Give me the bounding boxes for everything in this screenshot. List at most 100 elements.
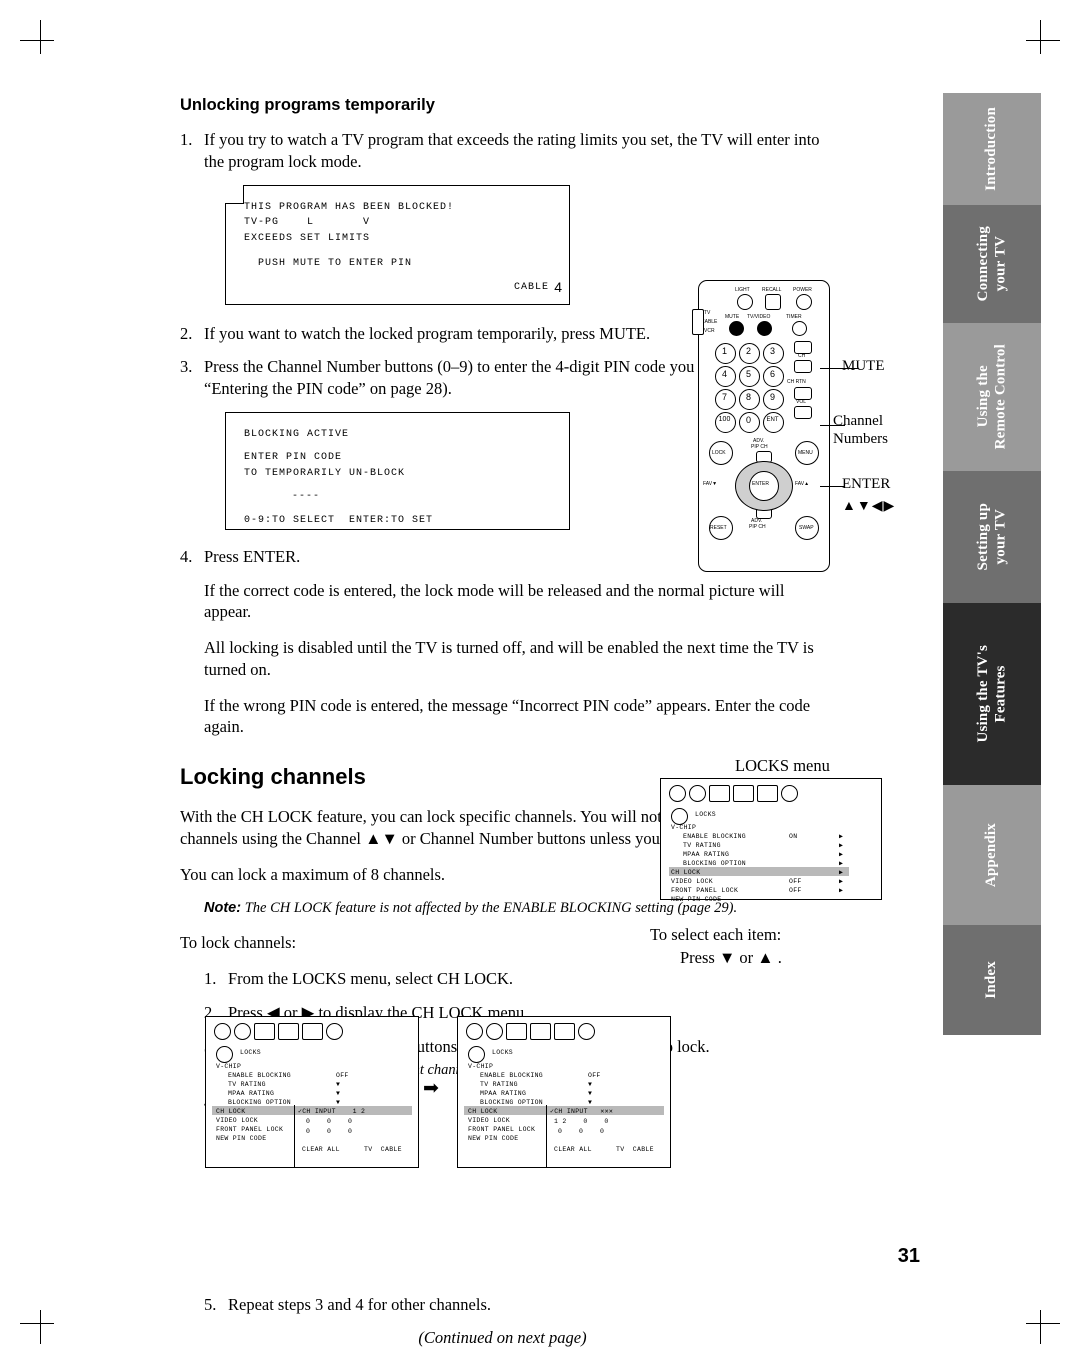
locks-menu-arrow: ▶: [839, 887, 844, 894]
menu-item-video-lock[interactable]: VIDEO LOCK: [216, 1116, 258, 1125]
menu-item-front-panel-lock[interactable]: FRONT PANEL LOCK: [216, 1125, 283, 1134]
remote-button-power[interactable]: [796, 294, 812, 310]
remote-number-label: 3: [769, 346, 775, 356]
sidebar-item-label: Setting up your TV: [974, 503, 1008, 571]
picture-icon[interactable]: [669, 785, 686, 802]
crop-mark: [1040, 20, 1041, 54]
remote-device-switch[interactable]: [692, 309, 704, 335]
osd-line: THIS PROGRAM HAS BEEN BLOCKED!: [244, 201, 455, 213]
locks-menu-item-new-pin-code[interactable]: NEW PIN CODE: [671, 895, 721, 904]
crop-mark: [20, 40, 54, 41]
step-number: 1.: [204, 969, 217, 989]
audio-icon[interactable]: [486, 1023, 503, 1040]
remote-label-enter: ENTER: [752, 481, 769, 487]
ch-input-grid-row: 0 0 0: [306, 1128, 353, 1135]
ch-lock-menu-after: LOCKS V-CHIP ENABLE BLOCKING OFF TV RATI…: [457, 1016, 671, 1168]
crop-bracket: [40, 28, 41, 40]
clear-all-button[interactable]: CLEAR ALL: [302, 1145, 340, 1154]
callout-mute: MUTE: [842, 358, 885, 374]
menu-item-ch-lock[interactable]: CH LOCK: [468, 1107, 497, 1116]
ch-input-header: ✓CH INPUT 1 2: [298, 1108, 366, 1115]
crop-mark: [20, 1323, 54, 1324]
picture-icon[interactable]: [214, 1023, 231, 1040]
remote-vol-down[interactable]: [794, 406, 812, 419]
remote-vol-up[interactable]: [794, 387, 812, 400]
locks-icon[interactable]: [781, 785, 798, 802]
menu-item-mpaa-rating[interactable]: MPAA RATING: [228, 1089, 274, 1098]
remote-label-tvvideo: TV/VIDEO: [747, 314, 771, 320]
menu-header: LOCKS: [492, 1049, 514, 1056]
menu-arrow: ▼: [588, 1090, 593, 1097]
menu-icon[interactable]: [733, 785, 754, 802]
osd-line: ----: [292, 491, 321, 503]
menu-icon[interactable]: [278, 1023, 299, 1040]
locks-menu-item-front-panel-lock[interactable]: FRONT PANEL LOCK: [671, 886, 738, 895]
locks-icon[interactable]: [326, 1023, 343, 1040]
osd-line: TV-PG L V: [244, 217, 371, 229]
menu-item-ch-lock[interactable]: CH LOCK: [216, 1107, 245, 1116]
menu-item-tv-rating[interactable]: TV RATING: [228, 1080, 266, 1089]
menu-item-enable-blocking[interactable]: ENABLE BLOCKING: [228, 1071, 291, 1080]
audio-icon[interactable]: [689, 785, 706, 802]
feature-icon[interactable]: [254, 1023, 275, 1040]
locks-icon[interactable]: [578, 1023, 595, 1040]
feature-icon[interactable]: [506, 1023, 527, 1040]
feature-icon[interactable]: [709, 785, 730, 802]
crop-mark: [1026, 1323, 1060, 1324]
locks-selected-icon: [468, 1046, 485, 1063]
locks-menu-item-mpaa-rating[interactable]: MPAA RATING: [683, 850, 729, 859]
sidebar-item-connecting-your-tv[interactable]: Connecting your TV: [943, 205, 1041, 323]
step-text: Repeat steps 3 and 4 for other channels.: [228, 1295, 492, 1314]
remote-button-mute[interactable]: [729, 321, 744, 336]
sidebar-item-using-remote-control[interactable]: Using the Remote Control: [943, 323, 1041, 471]
remote-label-fav-down: FAV▼: [703, 481, 718, 487]
remote-ch-up[interactable]: [794, 341, 812, 354]
locks-menu-item-enable-blocking[interactable]: ENABLE BLOCKING: [683, 832, 746, 841]
sidebar-item-appendix[interactable]: Appendix: [943, 785, 1041, 925]
sidebar-item-label: Introduction: [983, 107, 1000, 191]
ch-input-grid-row: 0 0 0: [306, 1118, 353, 1125]
clear-all-button[interactable]: CLEAR ALL: [554, 1145, 592, 1154]
menu-item-front-panel-lock[interactable]: FRONT PANEL LOCK: [468, 1125, 535, 1134]
remote-number-label: 8: [745, 392, 751, 402]
tv-cable-label: TV CABLE: [616, 1146, 654, 1153]
menu-item-mpaa-rating[interactable]: MPAA RATING: [480, 1089, 526, 1098]
sidebar-item-introduction[interactable]: Introduction: [943, 93, 1041, 205]
crop-mark: [40, 1310, 41, 1344]
sidebar-item-using-tv-features[interactable]: Using the TV's Features: [943, 603, 1041, 785]
menu-item-new-pin-code[interactable]: NEW PIN CODE: [468, 1134, 518, 1143]
menu-item-enable-blocking[interactable]: ENABLE BLOCKING: [480, 1071, 543, 1080]
step-2-1: 1. From the LOCKS menu, select CH LOCK.: [204, 968, 825, 990]
setup-icon[interactable]: [302, 1023, 323, 1040]
step-number: 1.: [180, 130, 193, 149]
menu-icon[interactable]: [530, 1023, 551, 1040]
paragraph-all-locking: All locking is disabled until the TV is …: [204, 638, 814, 679]
remote-button-recall[interactable]: [765, 294, 781, 310]
picture-icon[interactable]: [466, 1023, 483, 1040]
ch-input-grid-row: 0 0 0: [558, 1128, 605, 1135]
remote-button-light[interactable]: [737, 294, 753, 310]
setup-icon[interactable]: [554, 1023, 575, 1040]
page-number: 31: [897, 1245, 920, 1267]
locks-menu-item-tv-rating[interactable]: TV RATING: [683, 841, 721, 850]
sidebar-item-setting-up-your-tv[interactable]: Setting up your TV: [943, 471, 1041, 603]
locks-menu-arrow: ▶: [839, 878, 844, 885]
remote-ch-down[interactable]: [794, 360, 812, 373]
setup-icon[interactable]: [757, 785, 778, 802]
locks-menu-item-ch-lock[interactable]: CH LOCK: [671, 868, 700, 877]
audio-icon[interactable]: [234, 1023, 251, 1040]
menu-item-new-pin-code[interactable]: NEW PIN CODE: [216, 1134, 266, 1143]
crop-mark: [1040, 1310, 1041, 1344]
menu-item-video-lock[interactable]: VIDEO LOCK: [468, 1116, 510, 1125]
remote-label-recall: RECALL: [762, 287, 782, 293]
locks-menu-item-video-lock[interactable]: VIDEO LOCK: [671, 877, 713, 886]
remote-button-timer[interactable]: [792, 321, 807, 336]
remote-label-pipch2: PIP CH: [749, 524, 766, 530]
osd-line: ENTER PIN CODE: [244, 452, 343, 464]
osd-line: EXCEEDS SET LIMITS: [244, 232, 371, 244]
remote-button-tvvideo[interactable]: [757, 321, 772, 336]
sidebar-item-index[interactable]: Index: [943, 925, 1041, 1035]
menu-item-tv-rating[interactable]: TV RATING: [480, 1080, 518, 1089]
sidebar-item-label: Appendix: [983, 822, 1000, 888]
step-number: 4.: [180, 546, 193, 566]
